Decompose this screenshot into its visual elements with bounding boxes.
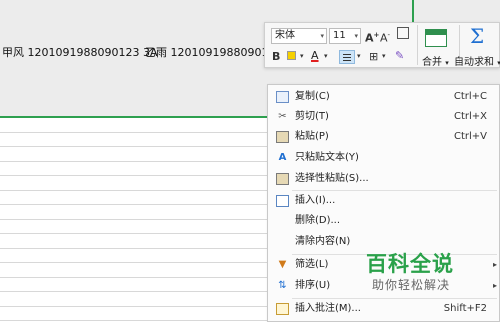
autosum-label: 自动求和 [454,57,494,68]
cell-text-2[interactable]: 乙雨 1201091988090123 [145,44,282,60]
submenu-arrow-icon: ▸ [492,260,497,269]
menu-item-insert[interactable]: 插入(I)... [268,191,500,211]
menu-item-shortcut: Ctrl+C [453,91,487,102]
font-size-value: 11 [333,30,346,41]
copy-icon [276,91,289,103]
menu-item-label: 插入(I)... [295,195,336,206]
chevron-down-icon[interactable]: ▾ [382,49,386,63]
merge-button-label[interactable]: 合并 ▾ [422,53,449,68]
menu-item-label: 删除(D)... [295,215,341,226]
autosum-button-label[interactable]: 自动求和 ▾ [454,53,500,68]
chevron-down-icon[interactable]: ▾ [357,49,361,63]
borders-icon[interactable]: ⊞ [369,50,378,64]
decrease-font-icon[interactable]: A- [380,28,390,46]
menu-item-label: 清除内容(N) [295,236,351,247]
menu-item-label: 排序(U) [295,280,331,291]
paste-text-icon: A [278,152,287,163]
menu-item-label: 只粘贴文本(Y) [295,152,359,163]
fill-color-icon[interactable] [287,50,296,64]
menu-item-label: 剪切(T) [295,111,329,122]
filter-icon: ▼ [278,259,287,270]
cell-text-1[interactable]: 甲风 1201091988090123 3A [2,44,158,60]
font-name-value: 宋体 [275,30,295,41]
menu-item-delete[interactable]: 删除(D)... [268,211,500,231]
align-center-button[interactable] [339,50,355,64]
font-size-select[interactable]: 11 ▾ [329,28,361,44]
toolbar-divider [417,25,418,65]
menu-item-shortcut: Ctrl+X [453,111,487,122]
insert-icon [276,195,289,207]
format-painter-icon[interactable]: ✎ [395,49,404,63]
font-color-icon[interactable]: A [311,49,319,63]
paste-icon [276,131,289,143]
chevron-down-icon: ▾ [320,32,324,40]
chevron-down-icon[interactable]: ▾ [300,49,304,63]
menu-item-cut[interactable]: ✂ 剪切(T) Ctrl+X [268,107,500,127]
submenu-arrow-icon: ▸ [492,281,497,290]
watermark-subtitle: 助你轻松解决 [372,278,451,292]
menu-item-shortcut: Ctrl+V [453,131,487,142]
wrap-text-icon[interactable] [397,27,409,39]
merge-cells-icon[interactable] [425,29,447,47]
mini-format-toolbar: 宋体 ▾ 11 ▾ A+ A- B ▾ A ▾ ▾ ⊞ ▾ ✎ 合并 ▾ Σ 自… [264,22,500,68]
menu-item-label: 插入批注(M)... [295,303,361,314]
chevron-down-icon: ▾ [354,32,358,40]
menu-item-paste[interactable]: 粘贴(P) Ctrl+V [268,127,500,147]
paste-special-icon [276,173,289,185]
chevron-down-icon[interactable]: ▾ [324,49,328,63]
sort-icon: ⇅ [278,280,287,291]
menu-item-label: 复制(C) [295,91,330,102]
increase-font-icon[interactable]: A+ [365,28,379,46]
chevron-down-icon: ▾ [445,59,449,67]
menu-item-label: 选择性粘贴(S)... [295,173,369,184]
merge-label: 合并 [422,57,442,68]
watermark-title: 百科全说 [366,252,454,276]
menu-item-label: 筛选(L) [295,259,329,270]
menu-item-copy[interactable]: 复制(C) Ctrl+C [268,87,500,107]
scissors-icon: ✂ [278,111,287,122]
menu-item-paste-text[interactable]: A 只粘贴文本(Y) [268,148,500,168]
menu-item-shortcut: Shift+F2 [443,303,487,314]
bold-icon[interactable]: B [272,50,280,64]
font-name-select[interactable]: 宋体 ▾ [271,28,327,44]
sigma-icon[interactable]: Σ [470,24,484,48]
menu-item-label: 粘贴(P) [295,131,329,142]
comment-icon [276,303,289,315]
menu-item-insert-comment[interactable]: 插入批注(M)... Shift+F2 [268,299,500,319]
menu-item-paste-special[interactable]: 选择性粘贴(S)... [268,169,500,189]
